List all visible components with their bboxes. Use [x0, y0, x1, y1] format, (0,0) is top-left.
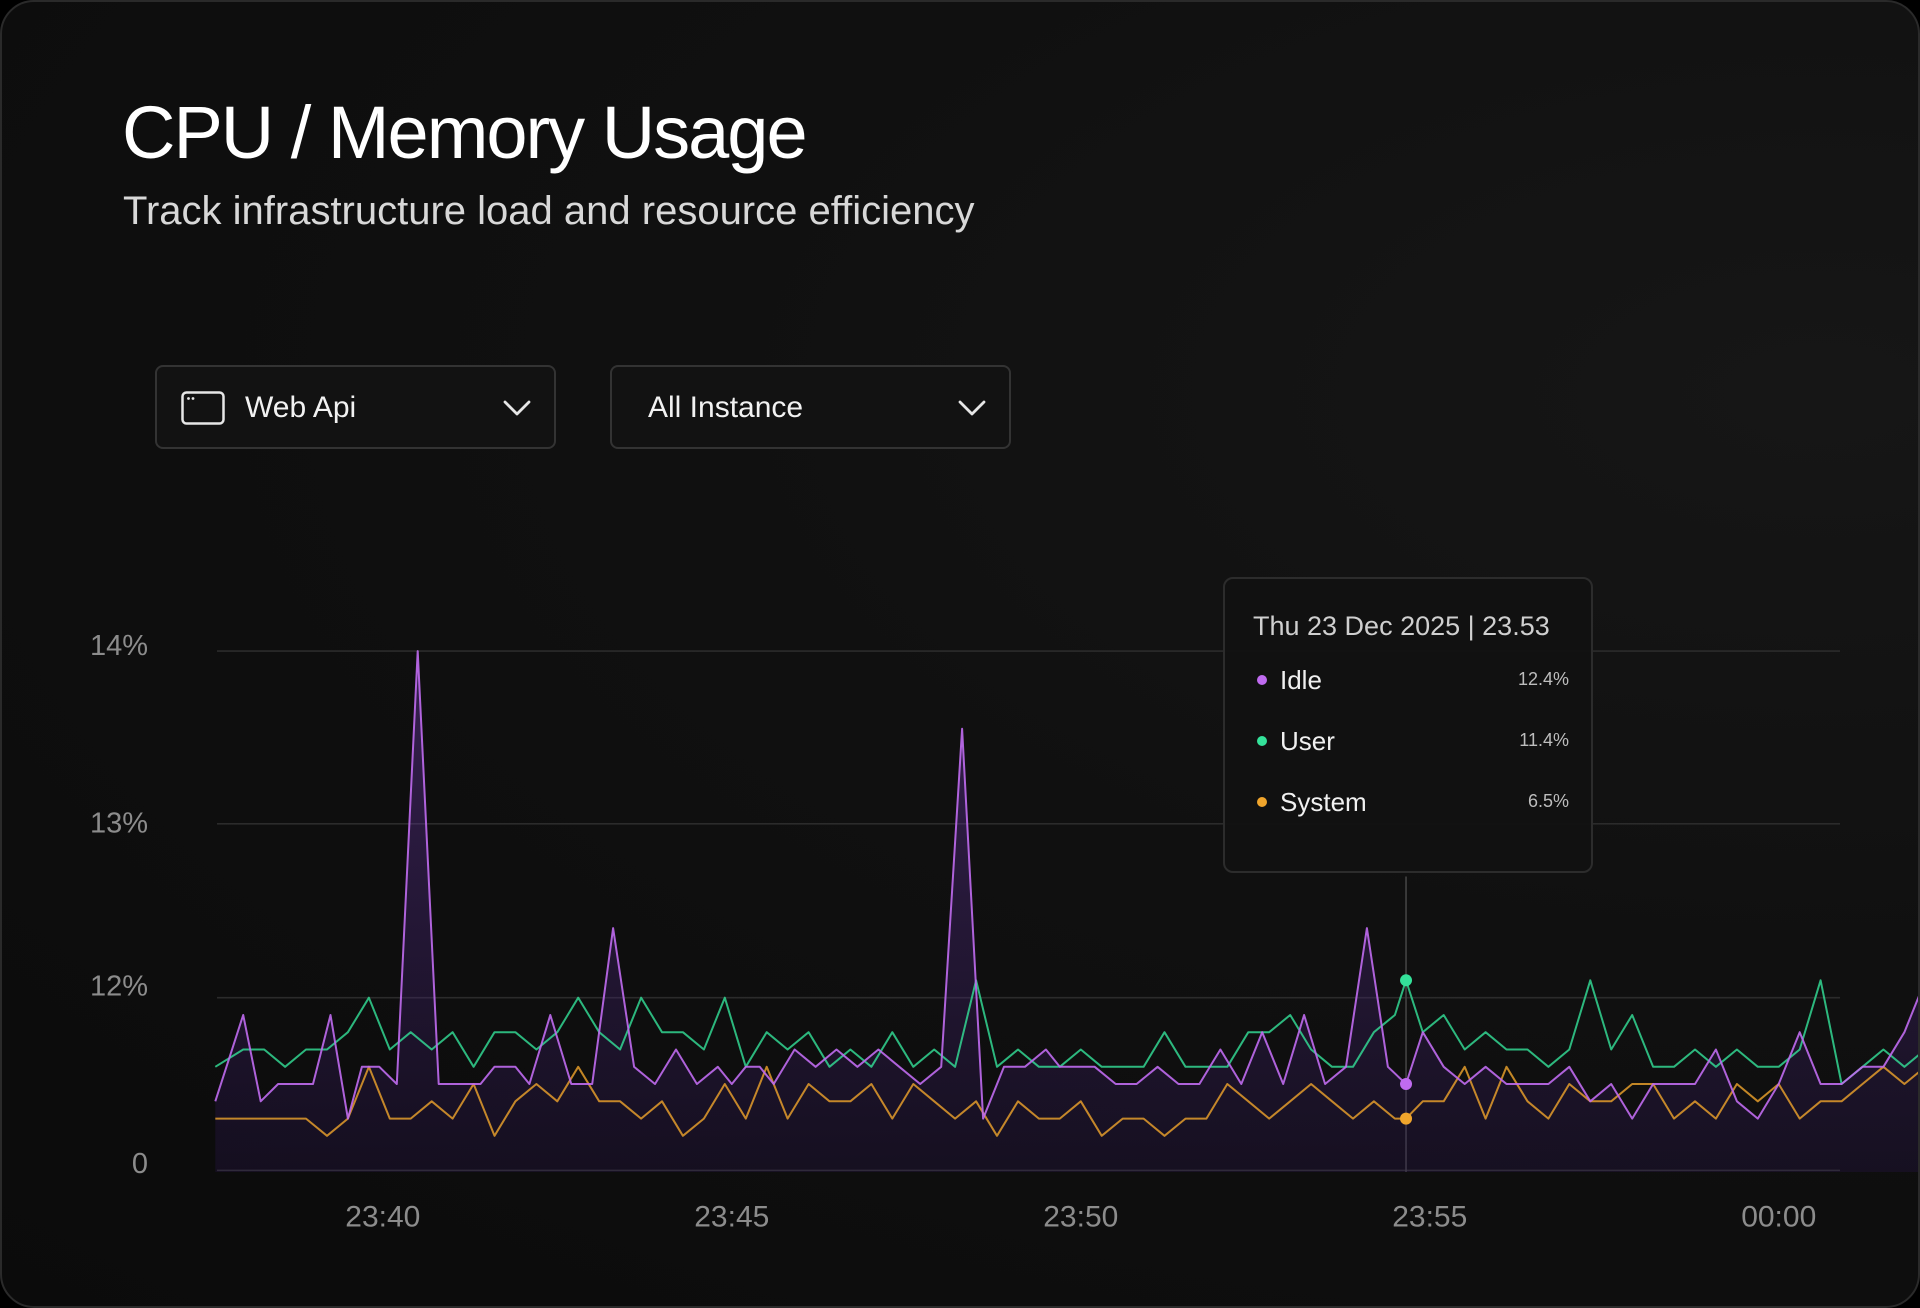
user-hover-point [1400, 974, 1413, 987]
idle-dot-icon [1257, 675, 1267, 685]
tooltip-series-name: Idle [1280, 665, 1322, 695]
user-dot-icon [1257, 736, 1267, 746]
y-tick-label: 12% [90, 970, 148, 1002]
x-tick-label: 23:50 [1043, 1201, 1118, 1234]
tooltip-series-value: 12.4% [1517, 669, 1569, 689]
tooltip-series-name: System [1280, 787, 1367, 817]
idle-line [214, 650, 1918, 1120]
x-tick-label: 23:40 [345, 1201, 420, 1234]
tooltip-row-user: User 11.4% [1253, 724, 1569, 760]
usage-card: CPU / Memory Usage Track infrastructure … [0, 0, 1920, 1308]
idle-hover-point [1400, 1078, 1413, 1091]
idle-area [215, 651, 1918, 1172]
system-dot-icon [1257, 797, 1267, 807]
x-tick-label: 23:55 [1392, 1201, 1467, 1234]
tooltip-row-system: System 6.5% [1253, 785, 1569, 821]
y-tick-label: 0 [132, 1148, 148, 1180]
tooltip-date: Thu 23 Dec 2025 | 23.53 [1253, 611, 1550, 641]
chart-tooltip: Thu 23 Dec 2025 | 23.53 Idle 12.4% User … [1223, 577, 1593, 873]
tooltip-series-name: User [1280, 726, 1335, 756]
tooltip-series-value: 6.5% [1527, 791, 1569, 811]
usage-line-chart[interactable]: 0 12% 13% 14% 23:40 23:45 23:50 23:55 00:00 [2, 2, 1920, 1308]
y-tick-label: 14% [90, 630, 148, 662]
system-hover-point [1400, 1112, 1413, 1125]
tooltip-series-value: 11.4% [1519, 730, 1569, 750]
tooltip-row-idle: Idle 12.4% [1253, 663, 1569, 699]
y-tick-label: 13% [90, 808, 148, 840]
x-tick-label: 23:45 [694, 1201, 769, 1234]
x-tick-label: 00:00 [1741, 1201, 1816, 1234]
